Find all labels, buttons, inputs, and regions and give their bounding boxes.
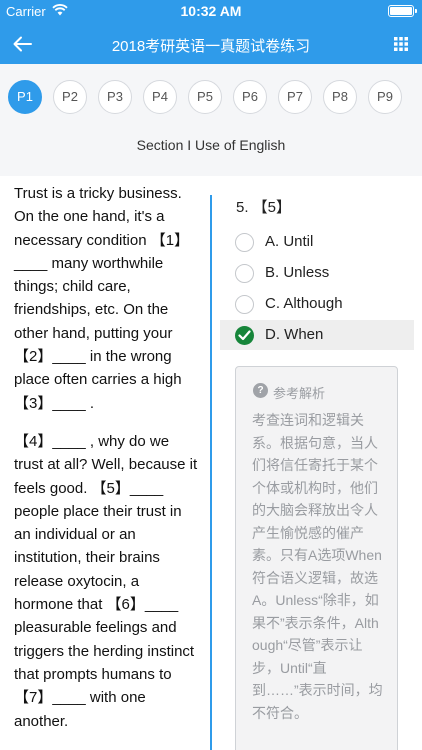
- tab-p6[interactable]: P6: [233, 80, 267, 114]
- part-tabs: P1 P2 P3 P4 P5 P6 P7 P8 P9: [0, 80, 422, 118]
- option-label: B. Unless: [265, 264, 330, 281]
- question-mark-icon: ?: [253, 383, 268, 398]
- option-label: D. When: [265, 326, 324, 343]
- option-c[interactable]: C. Although: [220, 289, 414, 319]
- tab-p7[interactable]: P7: [278, 80, 312, 114]
- option-b[interactable]: B. Unless: [220, 258, 414, 288]
- section-title: Section I Use of English: [136, 137, 286, 153]
- analysis-box: ? 参考解析 考查连词和逻辑关系。根据句意，当人们将信任寄托于某个个体或机构时，…: [235, 366, 398, 750]
- option-label: A. Until: [265, 233, 314, 250]
- radio-circle-icon[interactable]: [235, 264, 254, 283]
- part-tabs-area: P1 P2 P3 P4 P5 P6 P7 P8 P9 Section I Use of Engl…: [0, 64, 422, 176]
- tab-p9[interactable]: P9: [368, 80, 402, 114]
- status-time: 10:32 AM: [180, 3, 242, 19]
- passage-paragraph: Trust is a tricky business. On the one h…: [14, 185, 190, 412]
- question-title: 5. 【5】: [236, 199, 292, 216]
- check-circle-icon[interactable]: [235, 326, 254, 345]
- navigation-bar: 2018考研英语一真题试卷练习: [0, 24, 422, 64]
- passage-text[interactable]: Trust is a tricky business. On the one h…: [0, 176, 210, 750]
- tab-p1[interactable]: P1: [8, 80, 42, 114]
- status-bar: Carrier 10:32 AM: [0, 0, 422, 22]
- analysis-text: 考查连词和逻辑关系。根据句意，当人们将信任寄托于某个个体或机构时，他们的大脑会释…: [252, 412, 383, 721]
- arrow-left-icon[interactable]: [10, 32, 36, 56]
- tab-p4[interactable]: P4: [143, 80, 177, 114]
- tab-p3[interactable]: P3: [98, 80, 132, 114]
- grid-menu-icon[interactable]: [390, 35, 412, 53]
- tab-p2[interactable]: P2: [53, 80, 87, 114]
- option-label: C. Although: [265, 295, 343, 312]
- tab-p5[interactable]: P5: [188, 80, 222, 114]
- radio-circle-icon[interactable]: [235, 295, 254, 314]
- battery-icon: [388, 5, 417, 17]
- tab-p8[interactable]: P8: [323, 80, 357, 114]
- option-a[interactable]: A. Until: [220, 227, 414, 257]
- analysis-title: 参考解析: [273, 386, 326, 401]
- option-d[interactable]: D. When: [220, 320, 414, 350]
- question-panel: 5. 【5】 A. Until B. Unless C. Although D. Wh…: [212, 176, 422, 750]
- radio-circle-icon[interactable]: [235, 233, 254, 252]
- passage-paragraph: 【4】____ , why do we trust at all? Well, …: [14, 432, 198, 730]
- page-title: 2018考研英语一真题试卷练习: [111, 38, 311, 55]
- app-header: Carrier 10:32 AM 2018考研英语一真题试卷练习: [0, 0, 422, 64]
